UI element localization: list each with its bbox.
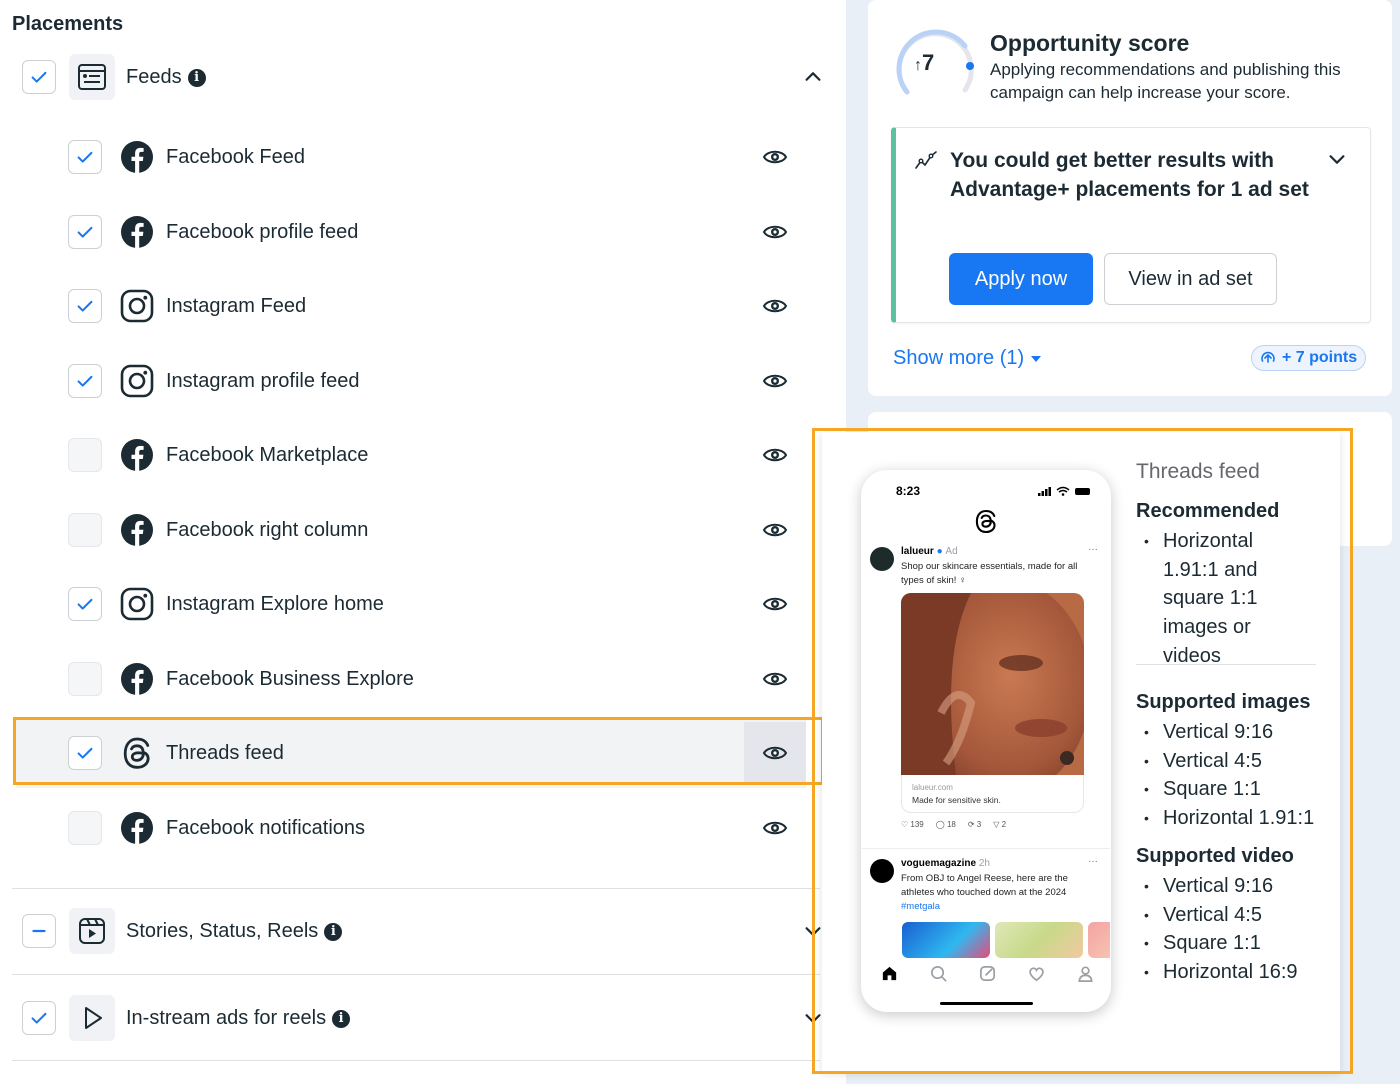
placement-checkbox[interactable]: [68, 363, 102, 398]
preview-eye-icon[interactable]: [744, 201, 806, 263]
placement-checkbox[interactable]: [68, 289, 102, 323]
placement-checkbox[interactable]: [68, 512, 102, 547]
placement-row[interactable]: Facebook right column: [0, 495, 830, 565]
preview-eye-icon[interactable]: [744, 350, 806, 412]
divider: [12, 888, 820, 889]
check-icon: [31, 71, 47, 83]
opportunity-title: Opportunity score: [990, 30, 1190, 56]
placement-label: Facebook Business Explore: [166, 667, 414, 690]
instagram-icon: [120, 587, 154, 621]
placement-row[interactable]: Facebook Marketplace: [0, 420, 830, 490]
placement-label: Facebook right column: [166, 518, 369, 541]
score-value: ↑7: [914, 50, 935, 75]
preview-eye-icon[interactable]: [744, 648, 806, 710]
points-badge: + 7 points: [1251, 345, 1367, 371]
facebook-icon: [120, 811, 154, 845]
chevron-up-icon[interactable]: [802, 66, 824, 88]
chevron-down-icon[interactable]: [1326, 148, 1348, 170]
in-stream-checkbox[interactable]: [22, 1001, 56, 1035]
placement-label: Facebook notifications: [166, 816, 366, 839]
placement-row[interactable]: Instagram profile feed: [0, 346, 830, 416]
facebook-icon: [120, 140, 154, 174]
placement-label: Instagram Feed: [166, 295, 307, 317]
preview-eye-icon[interactable]: [744, 424, 806, 486]
preview-eye-icon[interactable]: [744, 797, 806, 859]
facebook-icon: [120, 662, 154, 696]
stories-icon: [69, 908, 115, 954]
facebook-icon: [120, 215, 154, 249]
check-icon: [77, 151, 93, 163]
check-icon: [77, 375, 93, 387]
placement-checkbox[interactable]: [68, 661, 102, 696]
placement-label: Instagram Explore home: [166, 593, 384, 615]
minus-icon: [32, 929, 46, 933]
info-icon[interactable]: i: [187, 68, 206, 87]
divider: [12, 974, 820, 975]
placement-row[interactable]: Facebook notifications: [0, 793, 830, 863]
check-icon: [31, 1012, 47, 1024]
stories-checkbox[interactable]: [22, 914, 56, 948]
placement-row[interactable]: Facebook Business Explore: [0, 644, 830, 714]
check-icon: [77, 300, 93, 312]
threads-feed-highlight: [13, 717, 824, 785]
check-icon: [77, 598, 93, 610]
show-more-link[interactable]: Show more (1): [893, 347, 1042, 370]
instagram-icon: [120, 289, 154, 323]
feeds-checkbox[interactable]: [22, 60, 56, 94]
apply-now-button[interactable]: Apply now: [949, 253, 1093, 305]
group-feeds[interactable]: Feeds i: [0, 42, 830, 112]
group-in-stream[interactable]: In-stream ads for reels i: [0, 983, 830, 1053]
view-in-ad-set-button[interactable]: View in ad set: [1104, 253, 1277, 305]
placement-row[interactable]: Facebook profile feed: [0, 197, 830, 267]
info-icon[interactable]: i: [332, 1009, 351, 1028]
trend-icon: [915, 151, 937, 169]
arrow-up-circle-icon: [1261, 351, 1275, 363]
preview-eye-icon[interactable]: [744, 499, 806, 561]
recommendation-text: You could get better results with Advant…: [950, 149, 1309, 201]
info-icon[interactable]: i: [324, 922, 343, 941]
preview-eye-icon[interactable]: [744, 573, 806, 635]
placement-label: Facebook profile feed: [166, 220, 359, 243]
score-gauge: [896, 29, 974, 95]
placement-checkbox[interactable]: [68, 140, 102, 174]
opportunity-description: Applying recommendations and publishing …: [990, 60, 1341, 102]
placement-row[interactable]: Facebook Feed: [0, 122, 830, 192]
divider: [12, 1060, 820, 1061]
preview-eye-icon[interactable]: [744, 126, 806, 188]
caret-down-icon: [1031, 355, 1042, 362]
preview-eye-icon[interactable]: [744, 275, 806, 337]
group-stories[interactable]: Stories, Status, Reels i: [0, 896, 830, 966]
feeds-label: Feeds i: [126, 66, 206, 89]
placement-row[interactable]: Instagram Explore home: [0, 569, 830, 639]
placements-panel: Placements Feeds i Facebook Feed Facebook…: [0, 0, 846, 1084]
placement-checkbox[interactable]: [68, 587, 102, 621]
facebook-icon: [120, 513, 154, 547]
stories-label: Stories, Status, Reels i: [126, 920, 343, 943]
in-stream-label: In-stream ads for reels i: [126, 1007, 351, 1030]
placement-row[interactable]: Instagram Feed: [0, 271, 830, 341]
facebook-icon: [120, 438, 154, 472]
feed-icon: [69, 54, 115, 100]
placement-label: Facebook Feed: [166, 146, 305, 168]
placements-title: Placements: [12, 13, 124, 35]
instagram-icon: [120, 364, 154, 398]
placement-label: Facebook Marketplace: [166, 444, 369, 466]
check-icon: [77, 226, 93, 238]
play-icon: [69, 995, 115, 1041]
placement-checkbox[interactable]: [68, 438, 102, 472]
placement-label: Instagram profile feed: [166, 369, 360, 392]
preview-highlight: [812, 428, 1353, 1074]
placement-checkbox[interactable]: [68, 214, 102, 249]
placement-checkbox[interactable]: [68, 810, 102, 845]
